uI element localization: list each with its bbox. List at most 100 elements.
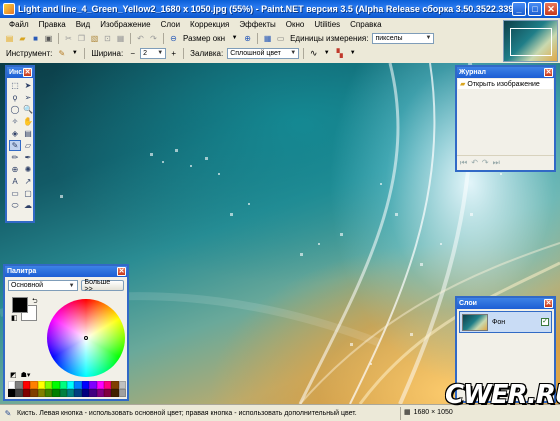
palette-swatch[interactable]	[37, 389, 45, 397]
clone-stamp-icon[interactable]: ⊕	[9, 164, 21, 175]
close-icon[interactable]: ✕	[117, 267, 126, 276]
eraser-icon[interactable]: ▱	[22, 140, 34, 151]
palette-swatch[interactable]	[44, 381, 53, 389]
palette-swatch[interactable]	[81, 381, 90, 389]
undo-icon[interactable]: ↶	[135, 33, 146, 44]
menu-image[interactable]: Изображение	[95, 20, 155, 29]
close-button[interactable]: ✕	[544, 2, 558, 16]
copy-icon[interactable]: ❐	[76, 33, 87, 44]
palette-swatch[interactable]	[118, 381, 126, 389]
pan-hand-icon[interactable]: ✋	[22, 116, 34, 127]
move-selection-icon[interactable]: ➤	[22, 80, 34, 91]
color-picker-icon[interactable]: ✒	[22, 152, 34, 163]
history-panel-header[interactable]: Журнал ✕	[457, 67, 554, 78]
fill-select[interactable]: Сплошной цвет ▼	[227, 47, 300, 59]
black-white-icon[interactable]: ◩	[10, 371, 17, 379]
gradient-icon[interactable]: ▤	[22, 128, 34, 139]
palette-swatch[interactable]	[74, 389, 82, 397]
reset-colors-icon[interactable]: ◧	[11, 314, 18, 322]
palette-swatch[interactable]	[89, 389, 97, 397]
new-file-icon[interactable]: ▤	[4, 33, 15, 44]
palette-swatch[interactable]	[111, 389, 119, 397]
palette-swatch[interactable]	[22, 389, 31, 397]
palette-swatch[interactable]	[96, 389, 104, 397]
palette-swatch[interactable]	[15, 381, 23, 389]
zoom-select[interactable]: Размер окн	[181, 34, 227, 43]
tools-panel-header[interactable]: Инс... ✕	[7, 67, 33, 78]
print-icon[interactable]: ▣	[43, 33, 54, 44]
layers-panel-header[interactable]: Слои ✕	[457, 298, 554, 309]
palette-swatch[interactable]	[8, 381, 16, 389]
menu-utilities[interactable]: Utilities	[309, 20, 345, 29]
cut-icon[interactable]: ✂	[63, 33, 74, 44]
menu-window[interactable]: Окно	[281, 20, 310, 29]
palette-swatch[interactable]	[59, 389, 67, 397]
menu-view[interactable]: Вид	[71, 20, 95, 29]
palette-swatch[interactable]	[15, 389, 23, 397]
zoom-dropdown-icon[interactable]: ▼	[229, 33, 240, 44]
width-input[interactable]: 2 ▼	[140, 47, 167, 59]
maximize-button[interactable]: □	[528, 2, 542, 16]
paintbrush-icon[interactable]: ✎	[9, 140, 21, 151]
history-last-icon[interactable]: ⏭	[493, 158, 500, 168]
blend-mode-icon[interactable]: ▚	[334, 48, 345, 59]
zoom-out-icon[interactable]: ⊖	[168, 33, 179, 44]
crop-icon[interactable]: ⊡	[102, 33, 113, 44]
palette-swatch[interactable]	[30, 381, 38, 389]
layer-row[interactable]: Фон ✓	[459, 311, 552, 333]
tool-dropdown-icon[interactable]: ▼	[69, 48, 80, 59]
menu-layers[interactable]: Слои	[156, 20, 185, 29]
palette-swatch[interactable]	[103, 389, 112, 397]
save-icon[interactable]: ■	[30, 33, 41, 44]
paint-bucket-icon[interactable]: ◈	[9, 128, 21, 139]
ellipse-shape-icon[interactable]: ⬭	[9, 200, 21, 211]
palette-swatch[interactable]	[111, 381, 119, 389]
width-decrease-icon[interactable]: −	[127, 48, 138, 59]
brush-tool-icon[interactable]: ✎	[56, 48, 67, 59]
palette-swatch[interactable]	[67, 389, 75, 397]
antialiasing-dropdown-icon[interactable]: ▼	[321, 48, 332, 59]
history-first-icon[interactable]: ⏮	[460, 158, 467, 168]
menu-edit[interactable]: Правка	[34, 20, 71, 29]
menu-file[interactable]: Файл	[4, 20, 34, 29]
more-colors-button[interactable]: Больше >>	[80, 279, 124, 293]
history-undo-icon[interactable]: ↶	[471, 158, 478, 167]
antialiasing-icon[interactable]: ∿	[308, 48, 319, 59]
history-item[interactable]: ▰ Открыть изображение	[458, 79, 553, 89]
rectangle-shape-icon[interactable]: ▭	[9, 188, 21, 199]
menu-adjustments[interactable]: Коррекция	[185, 20, 234, 29]
units-select[interactable]: пикселы ▼	[372, 32, 435, 44]
text-icon[interactable]: A	[9, 176, 21, 187]
palette-swatch[interactable]	[74, 381, 82, 389]
palette-swatch[interactable]	[37, 381, 45, 389]
width-increase-icon[interactable]: +	[168, 48, 179, 59]
palette-swatch[interactable]	[118, 389, 126, 397]
open-file-icon[interactable]: ▰	[17, 33, 28, 44]
ruler-icon[interactable]: ▭	[275, 33, 286, 44]
swap-colors-icon[interactable]: ⮌	[32, 297, 38, 308]
color-wheel[interactable]	[47, 299, 125, 377]
magic-wand-icon[interactable]: ✧	[9, 116, 21, 127]
primary-color-swatch[interactable]	[12, 297, 28, 313]
freeform-shape-icon[interactable]: ☁	[22, 200, 34, 211]
move-selected-pixels-icon[interactable]: ➢	[22, 92, 34, 103]
blend-mode-dropdown-icon[interactable]: ▼	[347, 48, 358, 59]
palette-swatch[interactable]	[22, 381, 31, 389]
palette-swatch[interactable]	[96, 381, 104, 389]
palette-swatch[interactable]	[81, 389, 90, 397]
palette-swatch[interactable]	[30, 389, 38, 397]
thumbnail-viewport-frame[interactable]	[510, 28, 552, 56]
zoom-in-icon[interactable]: ⊕	[242, 33, 253, 44]
ellipse-select-icon[interactable]: ◯	[9, 104, 21, 115]
paste-icon[interactable]: ▧	[89, 33, 100, 44]
minimize-button[interactable]: _	[512, 2, 526, 16]
palette-swatch[interactable]	[52, 381, 60, 389]
rounded-rectangle-icon[interactable]: ▢	[22, 188, 34, 199]
recolor-icon[interactable]: ✺	[22, 164, 34, 175]
grid-icon[interactable]: ▦	[262, 33, 273, 44]
palette-swatch[interactable]	[103, 381, 112, 389]
color-mode-select[interactable]: Основной ▼	[8, 280, 78, 291]
line-curve-icon[interactable]: ↗	[22, 176, 34, 187]
palette-swatch[interactable]	[89, 381, 97, 389]
pencil-icon[interactable]: ✏	[9, 152, 21, 163]
